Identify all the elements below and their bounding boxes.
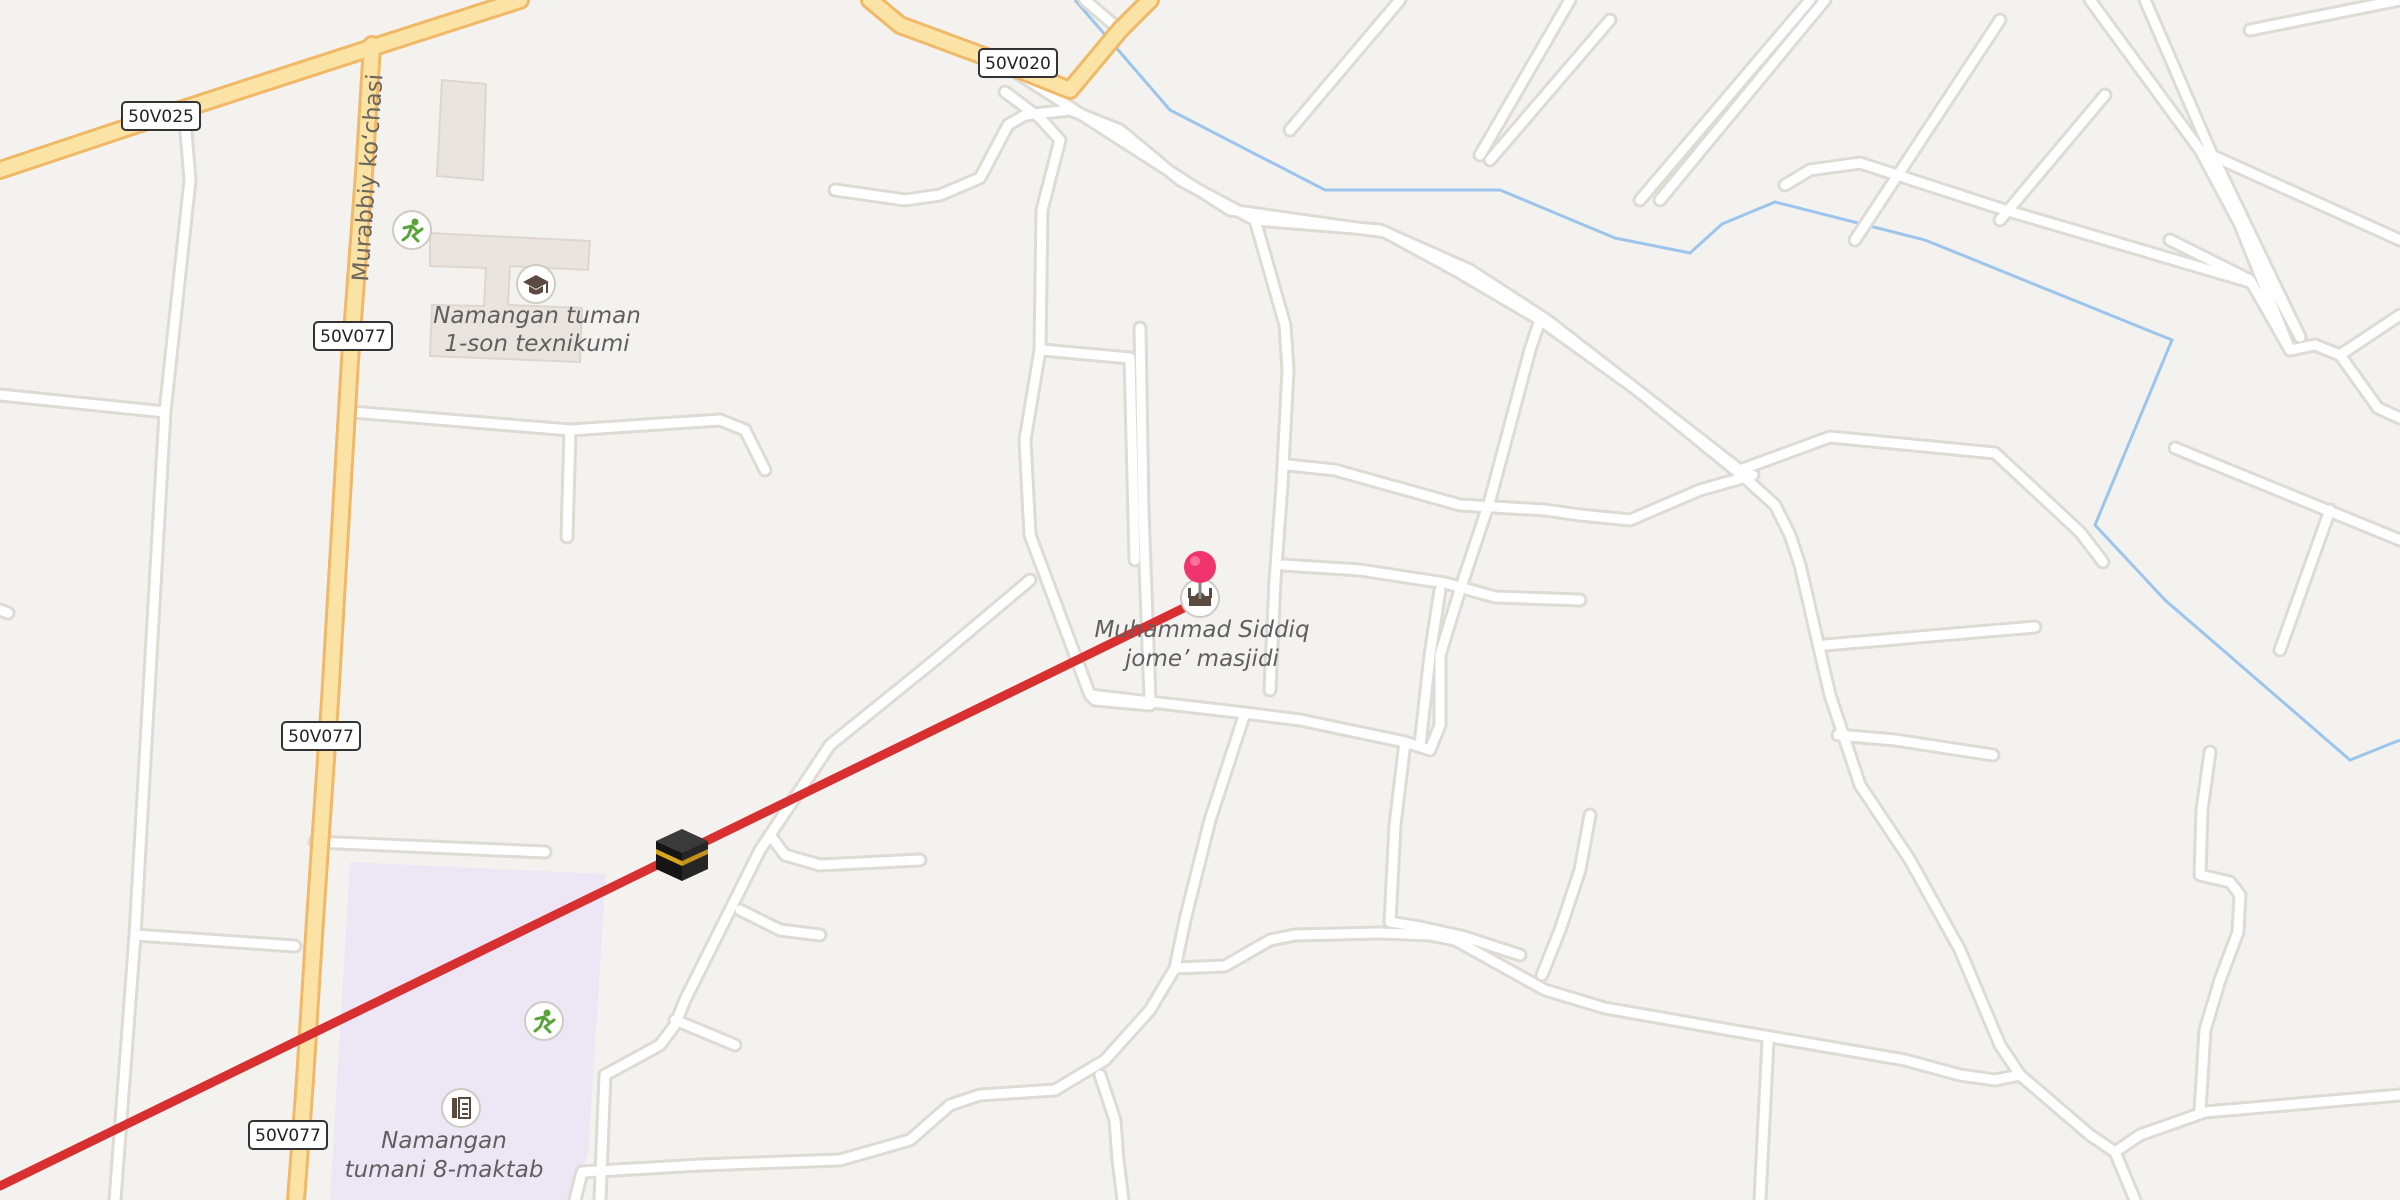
road-shield-50v025: 50V025 bbox=[121, 101, 201, 131]
minor-road bbox=[1755, 1095, 1770, 1200]
poi-label: jome’ masjidi bbox=[1122, 646, 1280, 672]
poi-label: tumani 8-maktab bbox=[345, 1157, 544, 1183]
road-shield-50v020: 50V020 bbox=[978, 48, 1058, 78]
minor-road bbox=[1125, 353, 1140, 565]
school-icon bbox=[441, 1088, 481, 1128]
svg-text:50V025: 50V025 bbox=[128, 107, 194, 127]
sports-pitch-icon[interactable] bbox=[392, 210, 432, 250]
road-shield-50v077: 50V077 bbox=[248, 1120, 328, 1150]
poi-label: Namangan tuman bbox=[433, 303, 641, 329]
sports-pitch-icon[interactable] bbox=[524, 1001, 564, 1041]
poi-label: 1-son texnikumi bbox=[444, 331, 630, 357]
poi-label: Namangan bbox=[381, 1128, 507, 1154]
poi-label: Muhammad Siddiq bbox=[1094, 617, 1309, 643]
svg-text:50V020: 50V020 bbox=[985, 54, 1051, 74]
svg-text:50V077: 50V077 bbox=[320, 327, 386, 347]
graduation-cap-icon bbox=[516, 264, 556, 304]
svg-text:50V077: 50V077 bbox=[255, 1126, 321, 1146]
svg-text:50V077: 50V077 bbox=[288, 727, 354, 747]
road-shield-50v077: 50V077 bbox=[281, 721, 361, 751]
minor-road bbox=[562, 425, 575, 542]
minor-road bbox=[1760, 1035, 1773, 1105]
minor-road bbox=[0, 605, 13, 618]
map-canvas[interactable]: 50V025 50V020 50V077 50V077 50V077 Murab… bbox=[0, 0, 2400, 1200]
road-shield-50v077: 50V077 bbox=[313, 321, 393, 351]
